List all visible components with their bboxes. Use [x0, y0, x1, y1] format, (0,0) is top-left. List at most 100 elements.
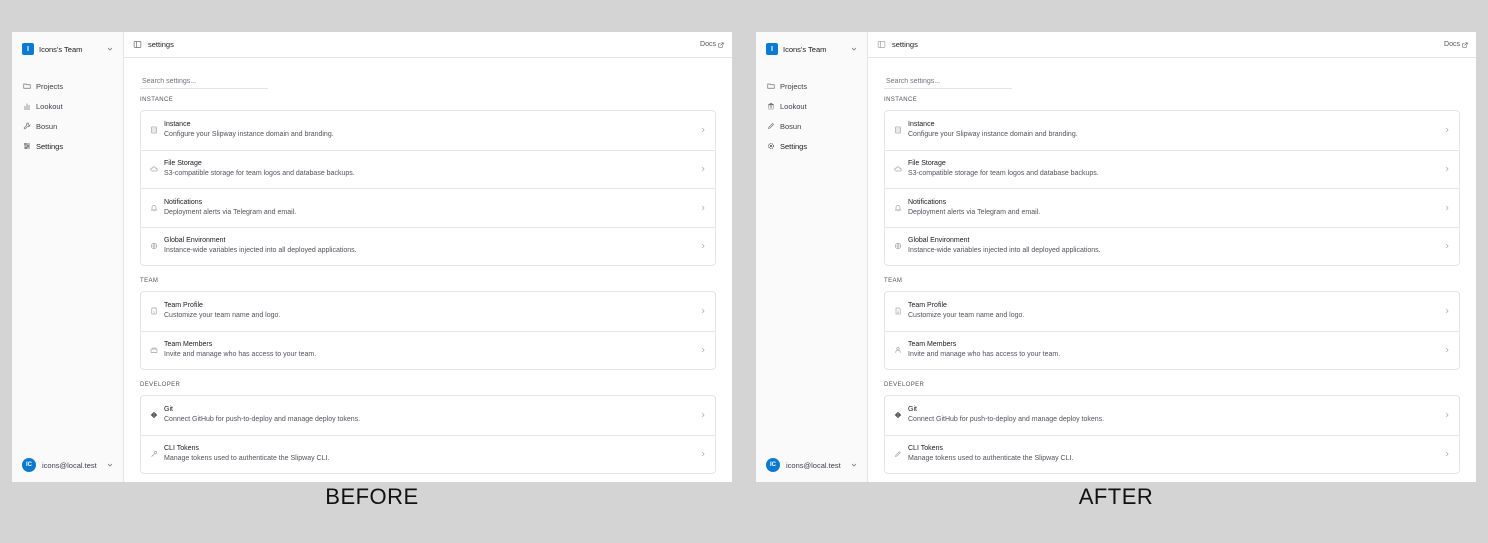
settings-row-notifications[interactable]: Notifications Deployment alerts via Teleg… — [141, 188, 715, 227]
row-description: S3-compatible storage for team logos and… — [908, 170, 1099, 178]
cloud-icon — [893, 165, 902, 174]
sidebar-item-projects[interactable]: Projects — [22, 76, 115, 96]
row-description: Invite and manage who has access to your… — [164, 351, 317, 359]
settings-row-team-profile[interactable]: Team Profile Customize your team name and… — [141, 292, 715, 331]
chevron-right-icon — [699, 204, 707, 212]
sidebar-item-projects[interactable]: Projects — [766, 76, 859, 96]
user-email: icons@local.test — [786, 460, 841, 470]
sidebar-item-lookout[interactable]: Lookout — [766, 96, 859, 116]
pen-icon — [766, 122, 775, 131]
bell-icon — [893, 203, 902, 212]
settings-content: INSTANCE Instance Configure your Slipway … — [140, 58, 716, 474]
row-description: Customize your team name and logo. — [908, 312, 1025, 320]
chevron-right-icon — [699, 307, 707, 315]
globe-icon — [149, 242, 158, 251]
chevron-down-icon — [849, 460, 859, 470]
row-description: Configure your Slipway instance domain a… — [908, 131, 1078, 139]
row-description: Deployment alerts via Telegram and email… — [164, 208, 297, 216]
row-title: Git — [908, 406, 917, 414]
sidebar-item-bosun[interactable]: Bosun — [22, 116, 115, 136]
chevron-right-icon — [1443, 346, 1451, 354]
settings-row-file-storage[interactable]: File Storage S3-compatible storage for te… — [885, 149, 1459, 189]
user-menu[interactable]: IC icons@local.test — [22, 458, 115, 472]
sidebar-toggle-icon[interactable] — [132, 40, 142, 50]
sidebar-item-bosun[interactable]: Bosun — [766, 116, 859, 136]
sidebar-item-settings[interactable]: Settings — [22, 136, 115, 156]
row-description: Connect GitHub for push-to-deploy and ma… — [164, 416, 361, 424]
sidebar-item-settings[interactable]: Settings — [766, 136, 859, 156]
settings-row-cli-tokens[interactable]: CLI Tokens Manage tokens used to authenti… — [885, 434, 1459, 474]
row-description: Configure your Slipway instance domain a… — [164, 131, 334, 139]
sidebar-item-label: Lookout — [780, 101, 807, 111]
sidebar-item-lookout[interactable]: Lookout — [22, 96, 115, 116]
folder-icon — [766, 82, 775, 91]
section-label-instance: INSTANCE — [884, 97, 918, 103]
key-icon — [149, 450, 158, 459]
external-link-icon — [1462, 42, 1468, 48]
row-title: Git — [164, 406, 173, 414]
chevron-right-icon — [699, 165, 707, 173]
sidebar-item-label: Bosun — [780, 121, 802, 131]
docs-link[interactable]: Docs — [700, 41, 724, 48]
gear-icon — [766, 142, 775, 151]
main-content: settings Docs INSTANCE Instance Configure… — [868, 32, 1476, 482]
row-description: Manage tokens used to authenticate the S… — [908, 455, 1074, 463]
row-title: Instance — [164, 121, 191, 129]
search-input[interactable] — [140, 75, 268, 89]
breadcrumb: settings — [148, 40, 174, 49]
settings-content: INSTANCE Instance Configure your Slipway … — [884, 58, 1460, 474]
sliders-icon — [22, 142, 31, 151]
settings-row-cli-tokens[interactable]: CLI Tokens Manage tokens used to authenti… — [141, 434, 715, 474]
sidebar-toggle-icon[interactable] — [876, 40, 886, 50]
row-title: Team Members — [164, 341, 213, 349]
git-icon — [149, 411, 158, 420]
row-title: Instance — [908, 121, 935, 129]
bell-icon — [149, 203, 158, 212]
section-label-developer: DEVELOPER — [140, 382, 181, 388]
settings-row-file-storage[interactable]: File Storage S3-compatible storage for te… — [141, 149, 715, 189]
pencil-icon — [893, 450, 902, 459]
folder-icon — [22, 82, 31, 91]
row-title: CLI Tokens — [164, 445, 199, 453]
settings-row-instance[interactable]: Instance Configure your Slipway instance … — [885, 111, 1459, 150]
row-description: Deployment alerts via Telegram and email… — [908, 208, 1041, 216]
row-title: CLI Tokens — [908, 445, 943, 453]
team-name: Icons's Team — [39, 44, 83, 54]
sidebar-item-label: Bosun — [36, 121, 58, 131]
chevron-right-icon — [699, 411, 707, 419]
settings-row-global-environment[interactable]: Global Environment Instance-wide variable… — [141, 226, 715, 266]
settings-card-instance: Instance Configure your Slipway instance … — [140, 110, 716, 266]
settings-row-notifications[interactable]: Notifications Deployment alerts via Teleg… — [885, 188, 1459, 227]
settings-card-instance: Instance Configure your Slipway instance … — [884, 110, 1460, 266]
section-label-team: TEAM — [884, 278, 903, 284]
globe-icon — [893, 242, 902, 251]
search-input[interactable] — [884, 75, 1012, 89]
after-screenshot: I Icons's Team Projects Lookout Bosun Se… — [756, 32, 1476, 482]
team-switcher[interactable]: I Icons's Team — [766, 42, 859, 56]
settings-row-git[interactable]: Git Connect GitHub for push-to-deploy and… — [141, 396, 715, 435]
team-switcher[interactable]: I Icons's Team — [22, 42, 115, 56]
settings-row-team-profile[interactable]: Team Profile Customize your team name and… — [885, 292, 1459, 331]
chevron-right-icon — [1443, 307, 1451, 315]
settings-row-instance[interactable]: Instance Configure your Slipway instance … — [141, 111, 715, 150]
sidebar-item-label: Projects — [36, 81, 64, 91]
section-label-instance: INSTANCE — [140, 97, 174, 103]
sidebar-item-label: Lookout — [36, 101, 63, 111]
user-menu[interactable]: IC icons@local.test — [766, 458, 859, 472]
row-description: Invite and manage who has access to your… — [908, 351, 1061, 359]
settings-row-global-environment[interactable]: Global Environment Instance-wide variable… — [885, 226, 1459, 266]
settings-card-developer: Git Connect GitHub for push-to-deploy and… — [884, 395, 1460, 474]
chevron-right-icon — [699, 126, 707, 134]
row-title: Global Environment — [164, 237, 226, 245]
settings-row-team-members[interactable]: Team Members Invite and manage who has ac… — [141, 330, 715, 370]
row-title: Team Members — [908, 341, 957, 349]
row-title: Global Environment — [908, 237, 970, 245]
avatar: IC — [766, 458, 780, 472]
settings-row-team-members[interactable]: Team Members Invite and manage who has ac… — [885, 330, 1459, 370]
row-description: Instance-wide variables injected into al… — [164, 247, 357, 255]
users-icon — [149, 346, 158, 355]
server-icon — [893, 126, 902, 135]
docs-link[interactable]: Docs — [1444, 41, 1468, 48]
chevron-right-icon — [1443, 242, 1451, 250]
settings-row-git[interactable]: Git Connect GitHub for push-to-deploy and… — [885, 396, 1459, 435]
